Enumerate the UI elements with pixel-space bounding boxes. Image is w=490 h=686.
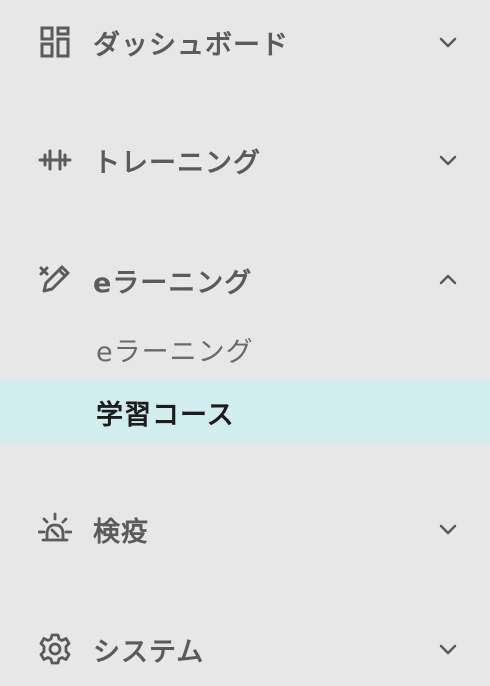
sidebar-item-elearning[interactable]: eラーニング <box>0 250 490 310</box>
submenu-item-label: 学習コース <box>96 399 235 431</box>
submenu-item-elearning[interactable]: eラーニング <box>0 318 490 380</box>
alarm-light-icon <box>38 512 72 546</box>
chevron-up-icon <box>436 268 460 292</box>
sidebar-item-training[interactable]: トレーニング <box>0 130 490 190</box>
sidebar-item-label: ダッシュボード <box>93 29 289 61</box>
chevron-down-icon <box>436 637 460 661</box>
chevron-down-icon <box>436 148 460 172</box>
sidebar-navigation: ダッシュボード トレーニング eラーニング eラーニング 学習コース 検疫 シス… <box>0 0 490 686</box>
sidebar-item-label: トレーニング <box>93 147 261 179</box>
chevron-down-icon <box>436 517 460 541</box>
dumbbell-icon <box>38 143 72 177</box>
sidebar-item-dashboard[interactable]: ダッシュボード <box>0 12 490 72</box>
sidebar-item-system[interactable]: システム <box>0 619 490 679</box>
gear-icon <box>38 632 72 666</box>
chevron-down-icon <box>436 30 460 54</box>
dashboard-icon <box>38 25 72 59</box>
pencil-icon <box>38 263 72 297</box>
sidebar-item-label: eラーニング <box>93 267 253 299</box>
sidebar-item-quarantine[interactable]: 検疫 <box>0 499 490 559</box>
sidebar-item-label: 検疫 <box>93 516 149 548</box>
submenu-item-label: eラーニング <box>96 336 254 368</box>
submenu-item-learning-course[interactable]: 学習コース <box>0 381 490 443</box>
sidebar-item-label: システム <box>93 636 205 668</box>
